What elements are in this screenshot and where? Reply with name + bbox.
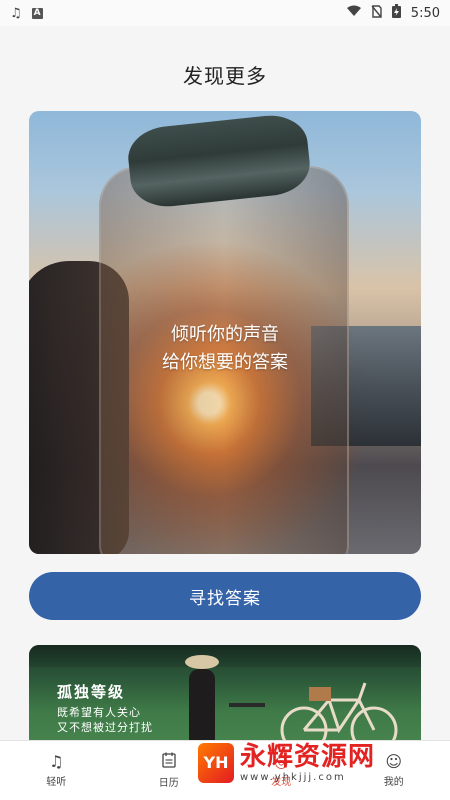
find-answer-button[interactable]: 寻找答案 [29,572,421,620]
music-note-icon: ♫ [10,5,22,21]
nav-item-discover[interactable]: ◎ 发现 [241,752,321,789]
nav-item-listen[interactable]: ♫ 轻听 [16,752,96,789]
nav-label-discover: 发现 [271,777,292,788]
hero-line-1: 倾听你的声音 [171,324,279,345]
status-left: ♫ A [10,6,43,21]
hero-line-2: 给你想要的答案 [162,352,288,373]
status-bar: ♫ A 5:50 [0,0,450,26]
nav-item-calendar[interactable]: 日历 [129,752,209,789]
status-time: 5:50 [410,5,440,21]
discover-icon: ◎ [274,752,289,771]
page-title: 发现更多 [183,64,267,88]
battery-charging-icon [391,4,401,22]
wifi-icon [346,5,361,21]
card-subtitle-line-1: 既希望有人关心 [57,706,141,719]
card-subtitle-line-2: 又不想被过分打扰 [57,721,153,734]
text-a-icon: A [31,7,43,19]
card-table [229,703,265,707]
nav-label-profile: 我的 [383,777,404,788]
card-title: 孤独等级 [57,683,126,701]
nav-label-calendar: 日历 [158,778,179,789]
no-sim-icon [371,4,382,22]
calendar-icon [162,752,176,772]
status-right: 5:50 [346,4,440,22]
hero-text: 倾听你的声音 给你想要的答案 [29,321,421,377]
card-subtitle: 既希望有人关心 又不想被过分打扰 [57,705,153,735]
hero-card[interactable]: 倾听你的声音 给你想要的答案 [29,111,421,554]
bottom-nav: ♫ 轻听 日历 ◎ 发现 ☺ 我的 [0,740,450,800]
profile-icon: ☺ [385,752,403,771]
nav-item-profile[interactable]: ☺ 我的 [354,752,434,789]
music-list-icon: ♫ [49,752,64,771]
nav-label-listen: 轻听 [46,777,67,788]
